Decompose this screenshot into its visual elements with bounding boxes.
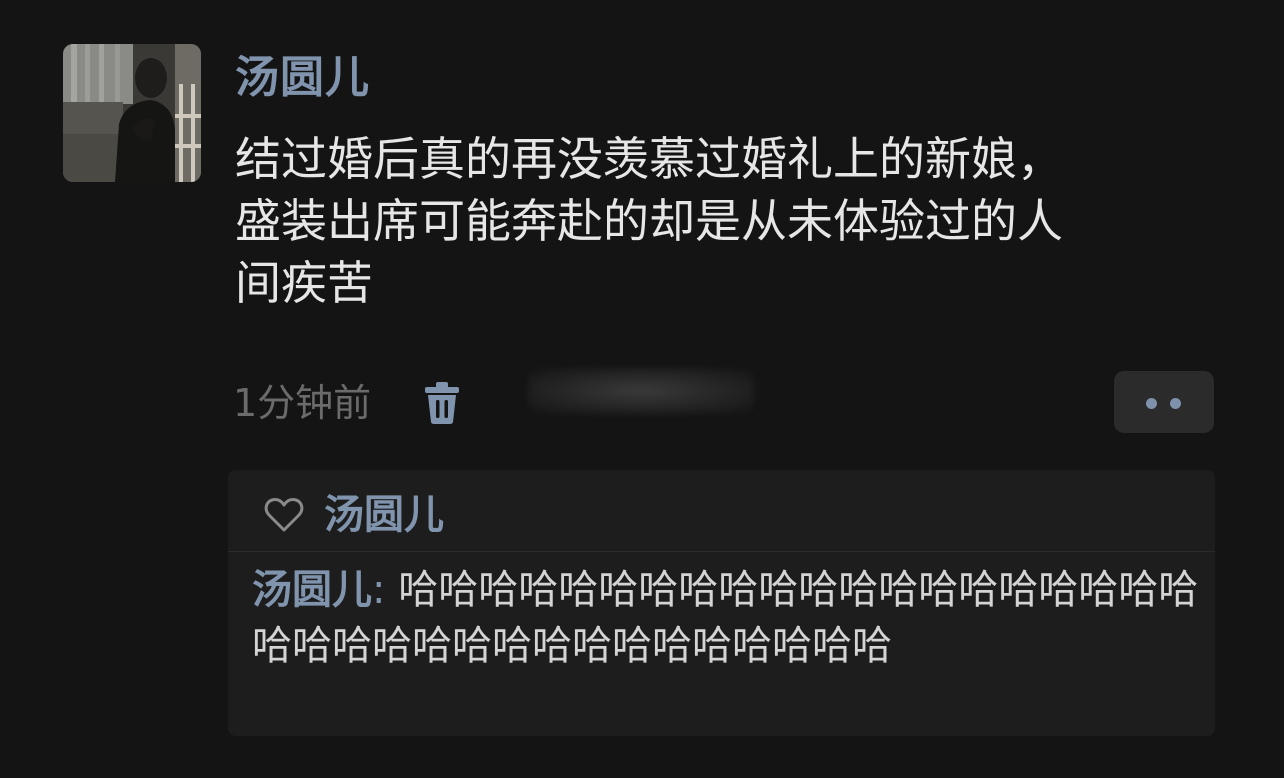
comment-item[interactable]: 汤圆儿: 哈哈哈哈哈哈哈哈哈哈哈哈哈哈哈哈哈哈哈哈哈哈哈哈哈哈哈哈哈哈哈哈哈哈哈… xyxy=(252,562,1202,674)
moments-post: 汤圆儿 结过婚后真的再没羡慕过婚礼上的新娘， 盛装出席可能奔赴的却是从未体验过的… xyxy=(0,0,1284,778)
more-button[interactable] xyxy=(1114,371,1214,433)
interaction-panel: 汤圆儿 汤圆儿: 哈哈哈哈哈哈哈哈哈哈哈哈哈哈哈哈哈哈哈哈哈哈哈哈哈哈哈哈哈哈哈… xyxy=(228,470,1215,736)
likes-row: 汤圆儿 xyxy=(264,484,444,546)
post-username[interactable]: 汤圆儿 xyxy=(235,48,370,108)
heart-outline-icon xyxy=(264,497,304,532)
avatar-photo xyxy=(63,44,201,182)
like-user-name[interactable]: 汤圆儿 xyxy=(324,485,444,545)
comment-text: 哈哈哈哈哈哈哈哈哈哈哈哈哈哈哈哈哈哈哈哈哈哈哈哈哈哈哈哈哈哈哈哈哈哈哈哈 xyxy=(252,567,1199,669)
more-dots-icon xyxy=(1146,398,1157,409)
more-dots-icon xyxy=(1170,398,1181,409)
trash-icon[interactable] xyxy=(423,380,461,426)
comment-author[interactable]: 汤圆儿 xyxy=(252,567,372,613)
post-timestamp: 1分钟前 xyxy=(233,381,372,425)
post-text: 结过婚后真的再没羡慕过婚礼上的新娘， 盛装出席可能奔赴的却是从未体验过的人 间疾… xyxy=(235,132,1063,310)
avatar[interactable] xyxy=(63,44,201,182)
comment-separator: : xyxy=(372,567,386,613)
divider xyxy=(228,551,1215,552)
blurred-region xyxy=(528,368,754,414)
